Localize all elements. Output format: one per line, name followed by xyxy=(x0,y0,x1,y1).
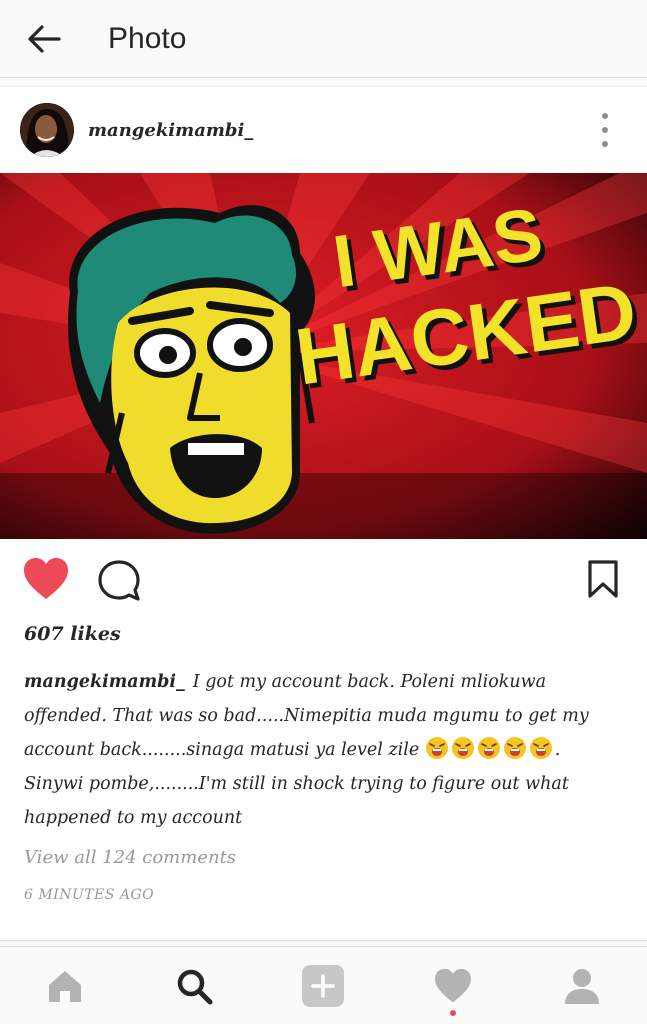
bottom-nav xyxy=(0,946,647,1024)
tired-face-emoji xyxy=(529,737,552,759)
profile-icon xyxy=(565,968,600,1004)
activity-badge xyxy=(449,1009,456,1016)
post-header: mangekimambi_ xyxy=(0,87,647,173)
post-card: mangekimambi_ I WAS I WAS HACKED HACKED … xyxy=(0,86,647,941)
more-options-button[interactable] xyxy=(593,113,617,147)
nav-add[interactable] xyxy=(291,954,355,1018)
more-vertical-icon xyxy=(602,113,608,119)
heart-icon xyxy=(434,968,471,1002)
comment-bubble-icon xyxy=(98,560,140,601)
page-title: Photo xyxy=(108,21,187,55)
nav-search[interactable] xyxy=(162,954,226,1018)
tired-face-emoji xyxy=(477,737,500,759)
top-bar: Photo xyxy=(0,0,647,78)
heart-filled-icon xyxy=(24,558,68,599)
post-timestamp: 6 MINUTES AGO xyxy=(24,887,155,903)
more-dot xyxy=(602,141,608,147)
avatar[interactable] xyxy=(20,103,74,157)
nav-home[interactable] xyxy=(33,954,97,1018)
caption: mangekimambi_ I got my account back. Pole… xyxy=(24,665,624,835)
tired-face-emoji xyxy=(425,737,448,759)
bookmark-icon xyxy=(588,560,618,598)
comment-button[interactable] xyxy=(96,559,142,603)
home-icon xyxy=(48,970,81,1002)
view-comments-link[interactable]: View all 124 comments xyxy=(24,847,236,868)
nav-profile[interactable] xyxy=(550,954,614,1018)
hacked-illustration: I WAS I WAS HACKED HACKED xyxy=(0,173,647,539)
action-bar xyxy=(0,547,647,611)
emoji-row xyxy=(425,737,555,760)
caption-username[interactable]: mangekimambi_ xyxy=(24,672,185,692)
like-button[interactable] xyxy=(22,557,70,601)
tired-face-emoji xyxy=(503,737,526,759)
back-button[interactable] xyxy=(0,0,88,78)
likes-count[interactable]: 607 likes xyxy=(24,623,121,645)
profile-photo xyxy=(20,103,74,157)
save-button[interactable] xyxy=(587,559,619,599)
tired-face-emoji xyxy=(451,737,474,759)
post-image[interactable]: I WAS I WAS HACKED HACKED xyxy=(0,173,647,539)
search-icon xyxy=(177,969,213,1004)
arrow-left-icon xyxy=(28,24,61,53)
nav-activity[interactable] xyxy=(421,954,485,1018)
add-post-icon xyxy=(302,964,345,1007)
more-dot xyxy=(602,127,608,133)
post-username[interactable]: mangekimambi_ xyxy=(88,120,253,141)
